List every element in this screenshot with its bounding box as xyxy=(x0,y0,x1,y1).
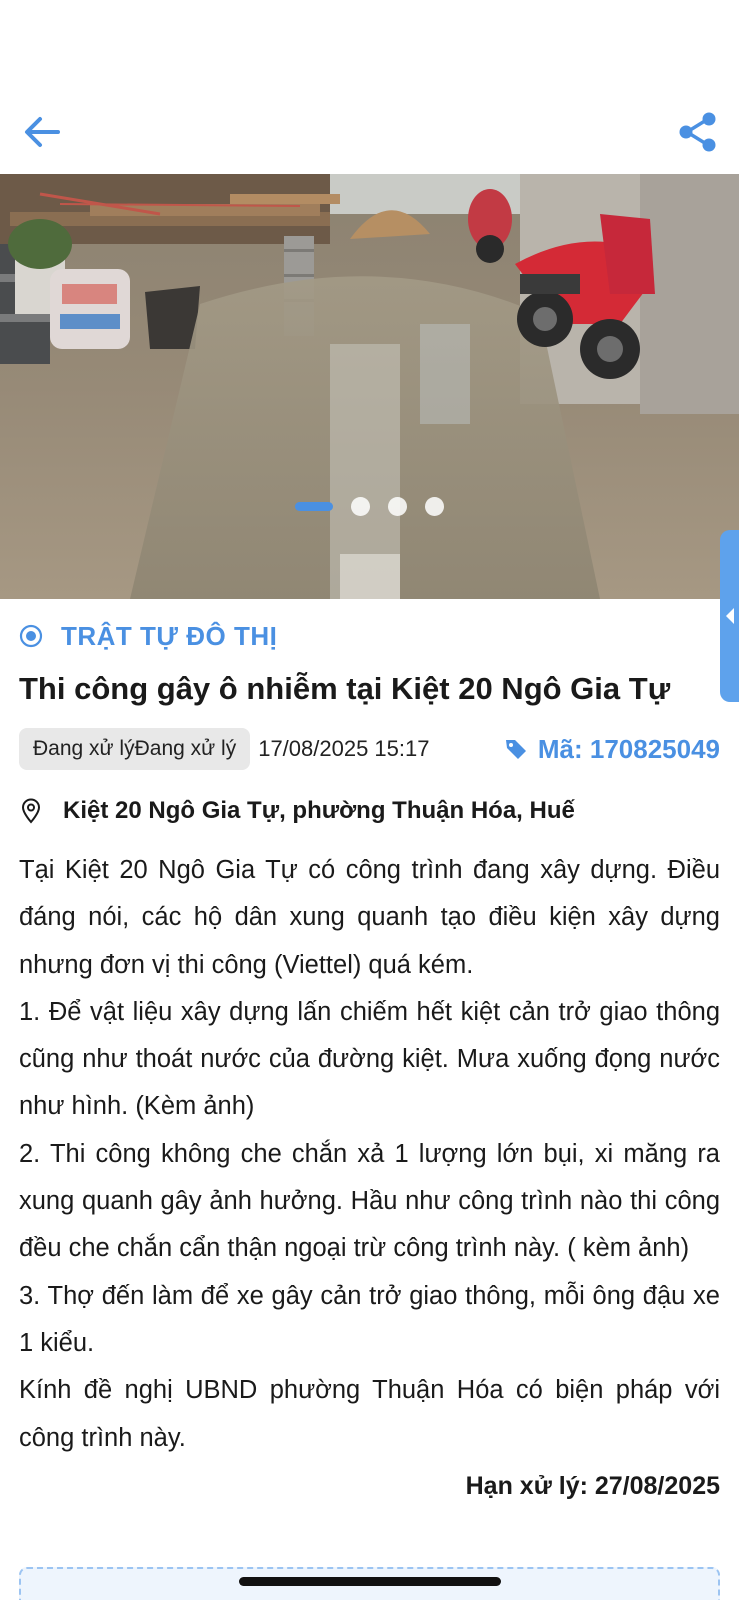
gallery-dot-1[interactable] xyxy=(295,501,333,511)
side-drawer-handle[interactable] xyxy=(720,530,739,702)
arrow-left-icon xyxy=(25,117,60,147)
home-indicator xyxy=(239,1577,501,1586)
report-datetime: 17/08/2025 15:17 xyxy=(258,736,430,761)
description-paragraph: Kính đề nghị UBND phường Thuận Hóa có bi… xyxy=(19,1376,720,1452)
description-paragraph: 3. Thợ đến làm để xe gây cản trở giao th… xyxy=(19,1281,720,1357)
chevron-left-icon xyxy=(725,608,734,624)
report-code-text: Mã: 170825049 xyxy=(537,733,720,764)
description-paragraph: Tại Kiệt 20 Ngô Gia Tự có công trình đan… xyxy=(19,856,720,979)
gallery-pagination xyxy=(0,496,739,516)
report-address: Kiệt 20 Ngô Gia Tự, phường Thuận Hóa, Hu… xyxy=(63,797,575,824)
report-description: Tại Kiệt 20 Ngô Gia Tự có công trình đan… xyxy=(19,847,720,1462)
photo-illustration xyxy=(0,174,739,599)
gallery-dot-3[interactable] xyxy=(388,496,407,516)
category-label: TRẬT TỰ ĐÔ THỊ xyxy=(61,620,278,651)
target-icon xyxy=(19,624,43,648)
report-title: Thi công gây ô nhiễm tại Kiệt 20 Ngô Gia… xyxy=(19,671,671,706)
category-row: TRẬT TỰ ĐÔ THỊ xyxy=(19,599,720,669)
description-paragraph: 1. Để vật liệu xây dựng lấn chiếm hết ki… xyxy=(19,997,720,1121)
share-button[interactable] xyxy=(672,108,724,156)
address-row: Kiệt 20 Ngô Gia Tự, phường Thuận Hóa, Hu… xyxy=(19,791,720,831)
report-details: TRẬT TỰ ĐÔ THỊ Thi công gây ô nhiễm tại … xyxy=(19,599,720,1508)
location-pin-icon xyxy=(21,798,41,824)
back-button[interactable] xyxy=(18,108,66,156)
processing-deadline: Hạn xử lý: 27/08/2025 xyxy=(465,1471,720,1500)
tag-icon xyxy=(505,740,526,759)
top-bar xyxy=(0,0,739,174)
description-paragraph: 2. Thi công không che chắn xả 1 lượng lớ… xyxy=(19,1139,720,1263)
status-badge: Đang xử lýĐang xử lý xyxy=(19,728,251,770)
report-photo[interactable] xyxy=(0,174,739,599)
report-code: Mã: 170825049 xyxy=(504,734,720,765)
gallery-dot-2[interactable] xyxy=(351,496,370,516)
gallery-dot-4[interactable] xyxy=(425,496,444,516)
share-icon xyxy=(679,112,716,152)
meta-row: Đang xử lýĐang xử lý 17/08/2025 15:17 Mã… xyxy=(19,727,720,771)
